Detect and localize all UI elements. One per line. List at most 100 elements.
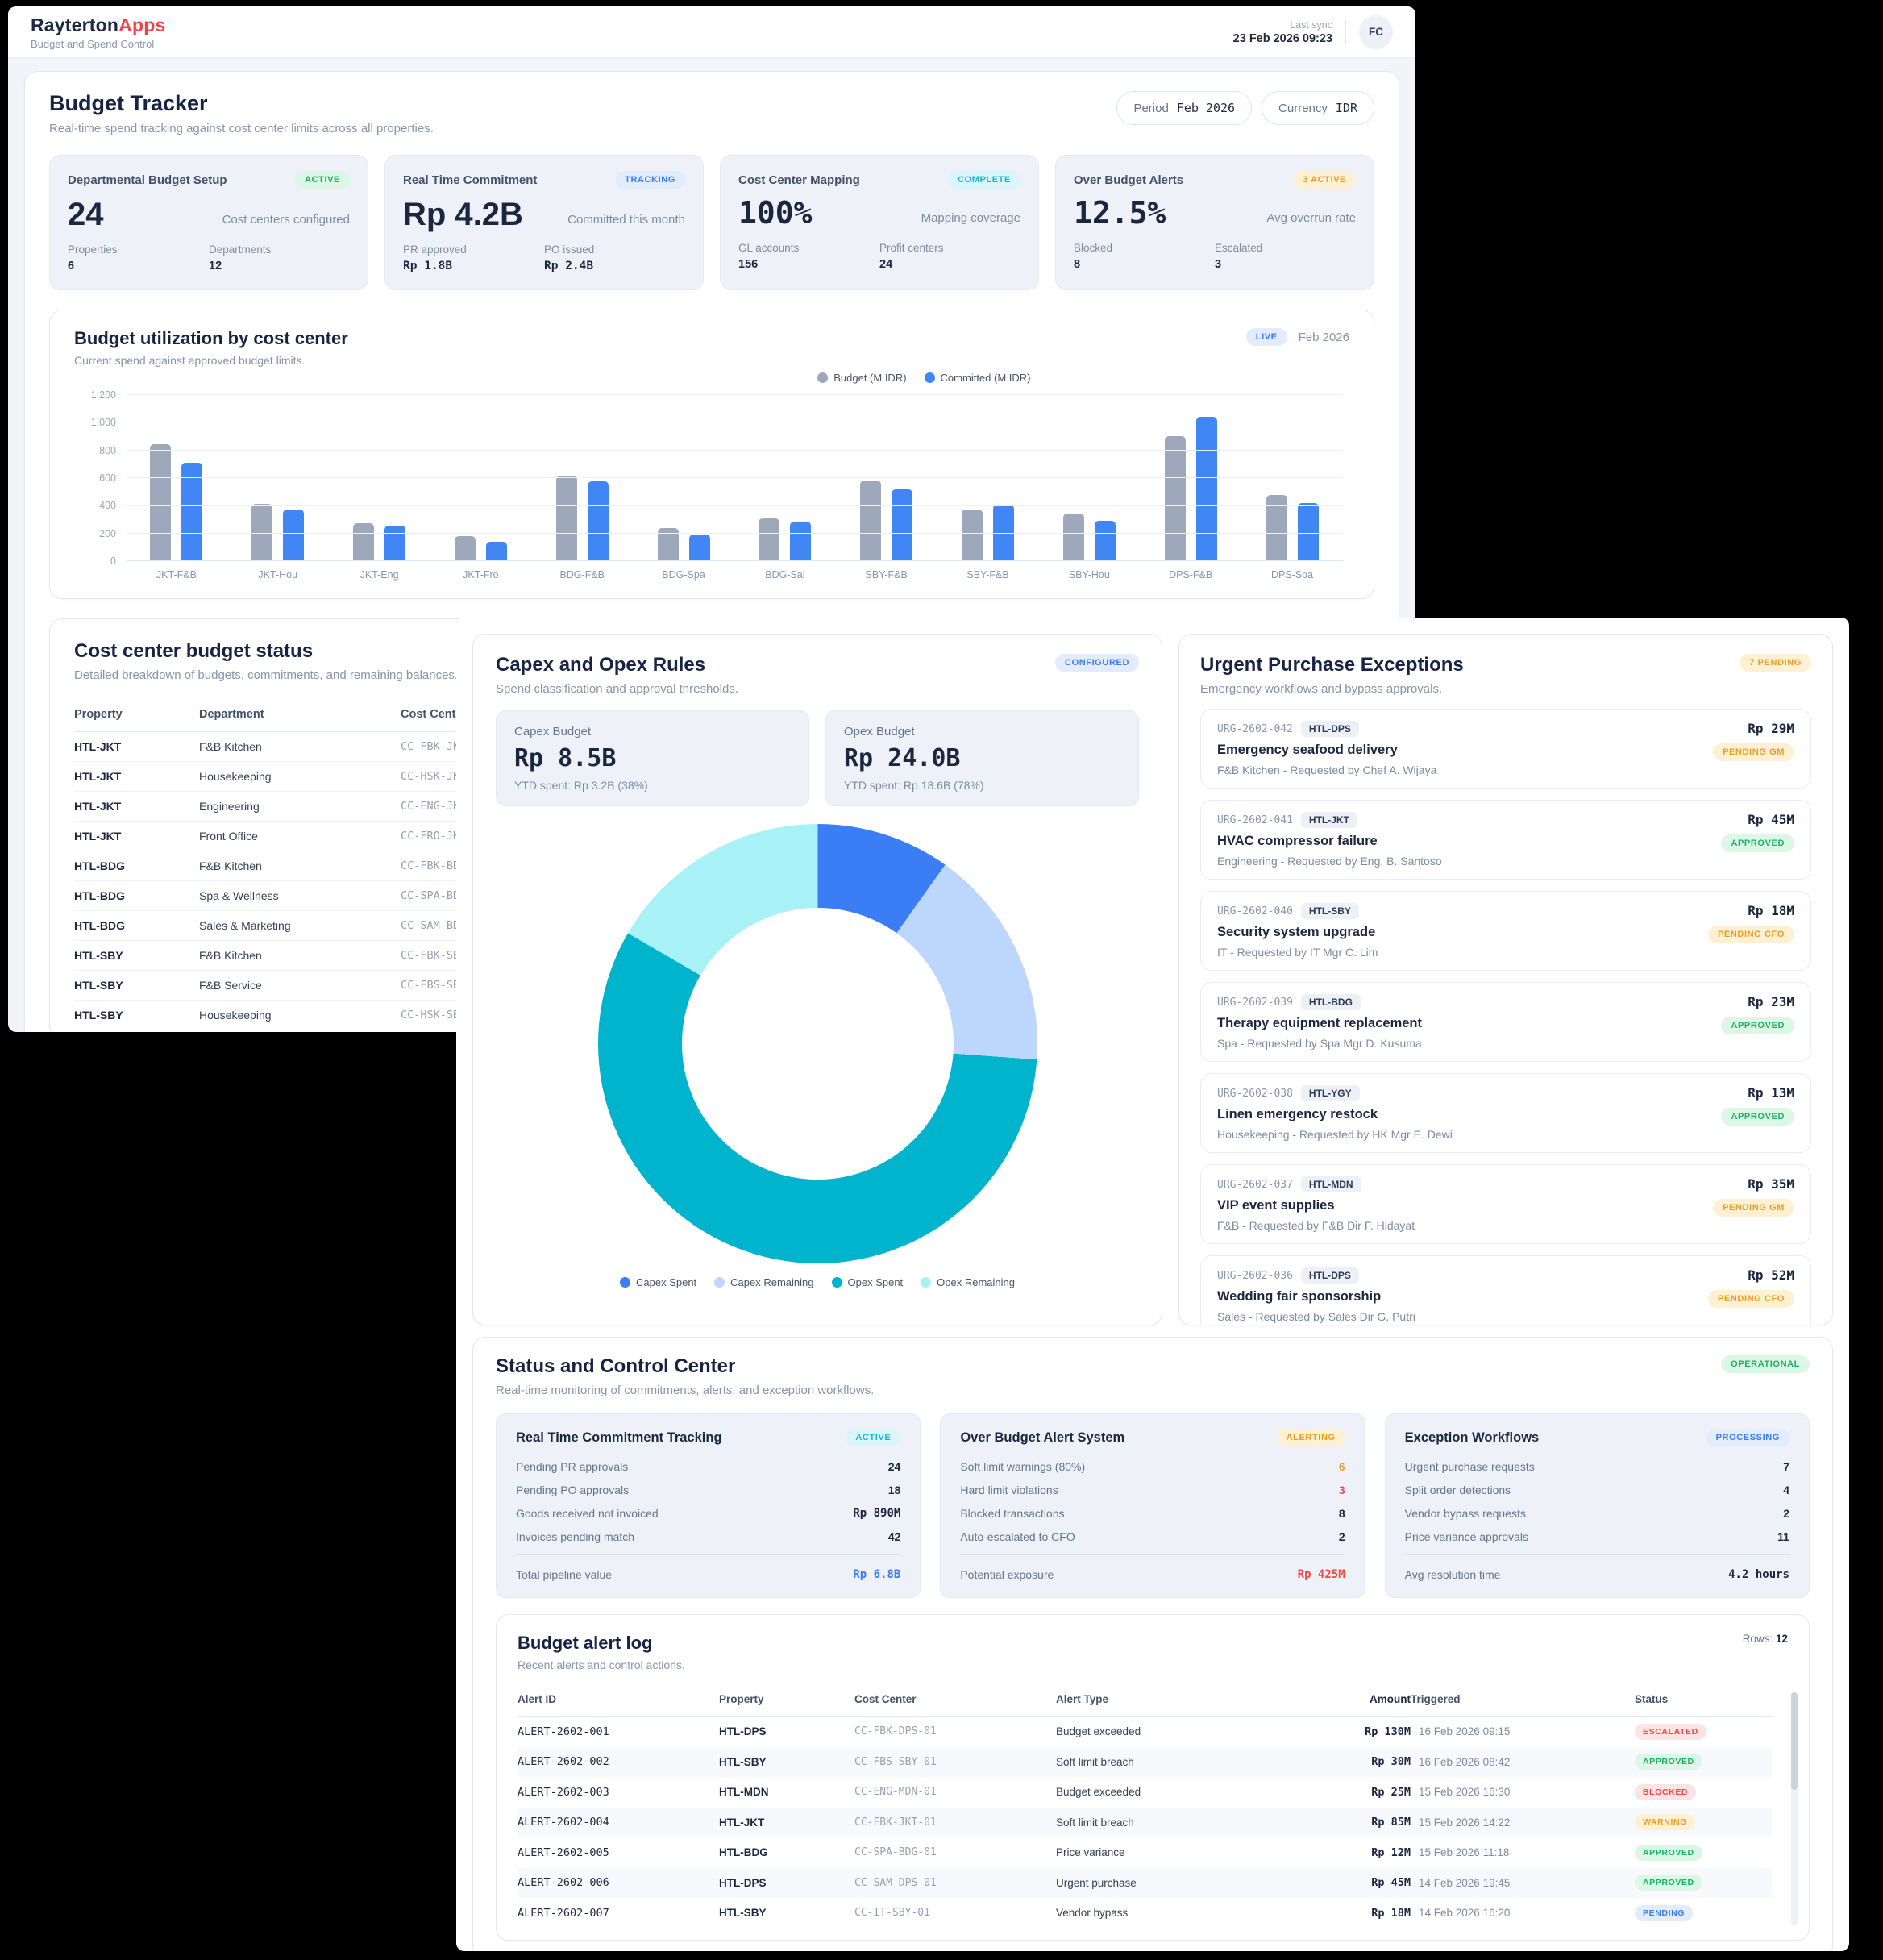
currency-label: Currency (1278, 102, 1328, 115)
last-sync-value: 23 Feb 2026 09:23 (1233, 32, 1332, 45)
x-axis-label: DPS-F&B (1140, 569, 1241, 581)
urgent-item[interactable]: URG-2602-042HTL-DPSEmergency seafood del… (1200, 709, 1811, 789)
x-axis-label: JKT-Eng (329, 569, 430, 581)
column-header: Cost Center (854, 1693, 1056, 1705)
panel-title: Exception Workflows (1405, 1430, 1540, 1446)
alert-log-card: Budget alert log Recent alerts and contr… (496, 1614, 1810, 1941)
urgent-item[interactable]: URG-2602-041HTL-JKTHVAC compressor failu… (1200, 800, 1811, 880)
bar-group (860, 481, 912, 561)
urgent-item[interactable]: URG-2602-039HTL-BDGTherapy equipment rep… (1200, 982, 1811, 1062)
property-chip: HTL-SBY (1301, 903, 1359, 919)
pending-count-badge: 7 PENDING (1740, 654, 1811, 672)
metric-value: 7 (1783, 1460, 1789, 1473)
cell-alert-type: Soft limit breach (1056, 1816, 1336, 1829)
legend-dot-icon (714, 1277, 725, 1288)
legend-item[interactable]: Committed (M IDR) (925, 372, 1031, 384)
bar-group (150, 444, 202, 561)
alert-status-badge: PENDING (1635, 1905, 1693, 1921)
metric-value: 11 (1777, 1530, 1789, 1543)
alert-log-table: Alert IDPropertyCost CenterAlert TypeAmo… (518, 1683, 1772, 1929)
legend-item[interactable]: Budget (M IDR) (817, 372, 906, 384)
stat-label: Real Time Commitment (403, 173, 537, 187)
urgent-item-id: URG-2602-041 (1217, 814, 1293, 826)
x-axis-label: SBY-F&B (937, 569, 1039, 581)
page-subtitle: Real-time spend tracking against cost ce… (49, 122, 434, 135)
alert-row: ALERT-2602-006HTL-DPSCC-SAM-DPS-01Urgent… (518, 1868, 1772, 1899)
cell-property: HTL-JKT (74, 740, 199, 753)
period-select[interactable]: Period Feb 2026 (1116, 91, 1252, 125)
donut-legend-item[interactable]: Capex Remaining (714, 1276, 813, 1288)
cell-alert-type: Price variance (1056, 1846, 1336, 1858)
panel-total-row: Avg resolution time4.2 hours (1405, 1562, 1789, 1583)
cell-status: APPROVED (1635, 1754, 1772, 1770)
bar-budget (860, 481, 881, 561)
column-header: Status (1635, 1693, 1772, 1705)
panel-status-badge: PROCESSING (1706, 1429, 1789, 1446)
cell-alert-id: ALERT-2602-002 (518, 1755, 719, 1768)
capex-budget-boxes: Capex BudgetRp 8.5BYTD spent: Rp 3.2B (3… (496, 710, 1139, 806)
metric-label: Hard limit violations (960, 1484, 1058, 1496)
panel-metric-row: Price variance approvals 11 (1405, 1525, 1789, 1548)
stat-cards-row: Departmental Budget SetupACTIVE24Cost ce… (49, 155, 1374, 290)
cell-alert-type: Soft limit breach (1056, 1756, 1336, 1768)
donut-legend-item[interactable]: Opex Remaining (921, 1276, 1015, 1288)
gridline: 1,200 (126, 394, 1343, 395)
capex-opex-donut-chart (598, 824, 1037, 1263)
status-title: Status and Control Center (496, 1355, 874, 1378)
budget-box-note: YTD spent: Rp 3.2B (38%) (514, 779, 791, 792)
panel-metric-row: Vendor bypass requests2 (1405, 1501, 1789, 1525)
urgent-item-title: Linen emergency restock (1217, 1107, 1453, 1122)
bar-group (1165, 417, 1217, 561)
x-axis-label: BDG-F&B (531, 569, 633, 581)
stat-value-label: Committed this month (567, 213, 685, 232)
app-header: RaytertonApps Budget and Spend Control L… (8, 6, 1415, 58)
stat-value: 100% (738, 197, 813, 231)
header-divider (1345, 20, 1346, 44)
cell-cost-center: CC-FBK-JKT-01 (854, 1816, 1056, 1829)
metric-value: Rp 890M (853, 1507, 900, 1520)
cell-department: Housekeeping (199, 1009, 401, 1022)
metric-value: 2 (1339, 1530, 1345, 1543)
budget-box-note: YTD spent: Rp 18.6B (78%) (844, 779, 1120, 792)
urgent-item[interactable]: URG-2602-038HTL-YGYLinen emergency resto… (1200, 1073, 1811, 1153)
bar-committed (1196, 417, 1217, 561)
urgent-items-list: URG-2602-042HTL-DPSEmergency seafood del… (1200, 709, 1811, 1325)
chart-period: Feb 2026 (1299, 331, 1349, 344)
donut-legend-item[interactable]: Capex Spent (620, 1276, 696, 1288)
urgent-item-detail: Spa - Requested by Spa Mgr D. Kusuma (1217, 1037, 1422, 1050)
donut-legend-label: Opex Spent (848, 1276, 904, 1288)
gridline: 600 (126, 477, 1343, 478)
currency-select[interactable]: Currency IDR (1262, 91, 1374, 125)
stat-sub: Profit centers24 (879, 242, 1020, 271)
cell-property: HTL-DPS (719, 1725, 854, 1737)
urgent-item[interactable]: URG-2602-036HTL-DPSWedding fair sponsors… (1200, 1255, 1811, 1325)
user-avatar[interactable]: FC (1359, 15, 1393, 49)
donut-legend: Capex Spent Capex Remaining Opex Spent Opex… (496, 1276, 1139, 1288)
x-axis-label: BDG-Sal (734, 569, 836, 581)
gridline: 200 (126, 533, 1343, 534)
bar-committed (588, 481, 609, 561)
cell-triggered: 15 Feb 2026 14:22 (1411, 1816, 1635, 1829)
currency-value: IDR (1336, 101, 1357, 115)
stat-sub-value: Rp 1.8B (403, 260, 544, 273)
stat-sub-label: Blocked (1074, 242, 1215, 254)
scrollbar-thumb[interactable] (1791, 1692, 1798, 1790)
urgent-item[interactable]: URG-2602-040HTL-SBYSecurity system upgra… (1200, 891, 1811, 971)
stat-sub-label: GL accounts (738, 242, 879, 254)
rows-count: Rows: 12 (1743, 1633, 1788, 1645)
donut-legend-label: Capex Remaining (730, 1276, 813, 1288)
app-tagline: Budget and Spend Control (31, 38, 165, 50)
metric-label: Price variance approvals (1405, 1530, 1528, 1543)
urgent-item[interactable]: URG-2602-037HTL-MDNVIP event suppliesF&B… (1200, 1164, 1811, 1244)
stat-sub-value: 12 (209, 260, 350, 273)
cell-property: HTL-BDG (74, 919, 199, 932)
alert-status-badge: BLOCKED (1635, 1784, 1696, 1800)
urgent-item-id: URG-2602-040 (1217, 905, 1293, 918)
panel-metric-row: Hard limit violations3 (960, 1478, 1345, 1501)
donut-legend-item[interactable]: Opex Spent (832, 1276, 904, 1288)
stat-sub: Blocked8 (1074, 242, 1215, 271)
cell-property: HTL-SBY (74, 979, 199, 992)
panel-metric-row: Pending PR approvals24 (516, 1454, 900, 1478)
alert-status-badge: APPROVED (1635, 1754, 1702, 1770)
legend-label: Budget (M IDR) (833, 372, 906, 384)
